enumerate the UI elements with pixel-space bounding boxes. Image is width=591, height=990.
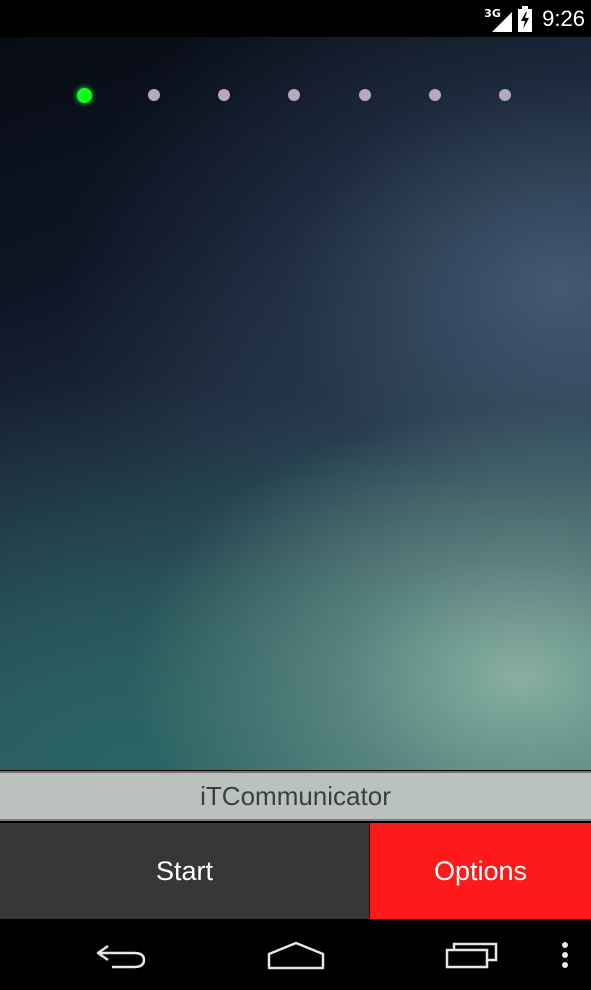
overflow-menu-icon — [562, 941, 568, 968]
action-buttons: Start Options — [0, 823, 591, 919]
back-button[interactable] — [82, 919, 162, 990]
page-dot-active[interactable] — [77, 88, 92, 103]
signal-icon — [492, 11, 513, 32]
status-icons: 3G 9:26 — [484, 0, 585, 37]
phone-screen: 3G 9:26 iTCommunicator Start Options — [0, 0, 591, 990]
page-dot[interactable] — [499, 89, 511, 101]
page-dot[interactable] — [288, 89, 300, 101]
page-dot[interactable] — [148, 89, 160, 101]
recent-apps-button[interactable] — [432, 919, 512, 990]
app-title-bar: iTCommunicator — [0, 771, 591, 821]
recent-apps-icon — [445, 942, 498, 968]
page-dot[interactable] — [218, 89, 230, 101]
start-button[interactable]: Start — [0, 823, 370, 919]
back-icon — [96, 944, 146, 968]
battery-charging-icon — [518, 5, 533, 32]
wallpaper — [0, 37, 591, 770]
clock: 9:26 — [542, 6, 585, 31]
home-icon — [267, 941, 325, 969]
navigation-bar — [0, 919, 591, 990]
options-button[interactable]: Options — [370, 823, 591, 919]
page-indicator — [0, 37, 591, 157]
overflow-menu-button[interactable] — [550, 919, 580, 990]
app-title: iTCommunicator — [200, 780, 391, 811]
home-button[interactable] — [256, 919, 336, 990]
page-dot[interactable] — [359, 89, 371, 101]
network-indicator: 3G — [484, 6, 513, 32]
status-bar: 3G 9:26 — [0, 0, 591, 37]
page-dot[interactable] — [429, 89, 441, 101]
